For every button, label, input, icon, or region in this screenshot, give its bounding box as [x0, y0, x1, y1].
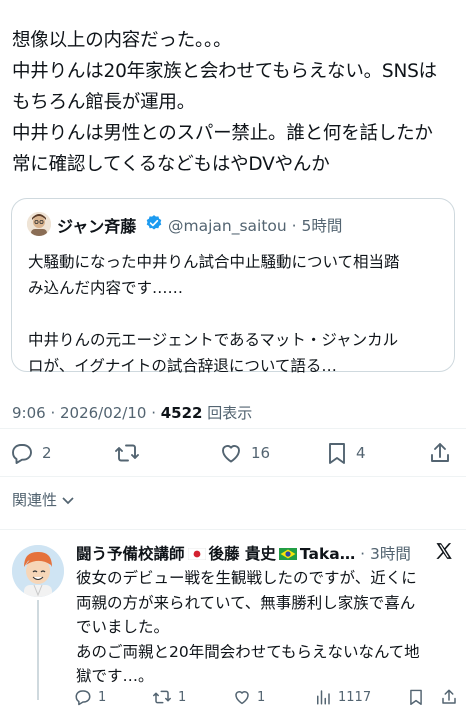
views-count: 4522	[160, 404, 203, 422]
japan-flag-icon	[187, 548, 206, 560]
verified-badge-icon	[145, 214, 163, 232]
reply-count: 2	[42, 444, 52, 462]
reply-like-button[interactable]: 1	[233, 686, 265, 708]
quoted-tweet-card[interactable]: ジャン斉藤 @majan_saitou · 5時間 大騒動になった中井りん試合中…	[11, 198, 455, 375]
reply-share-button[interactable]	[440, 686, 458, 708]
bookmark-button[interactable]: 4	[326, 440, 366, 466]
repost-icon	[115, 444, 139, 462]
tweet-meta: 9:06 · 2026/02/10 · 4522 回表示	[12, 402, 252, 423]
reply-line: 彼女のデビュー戦を生観戦したのですが、近くに	[76, 569, 417, 587]
quoted-author-avatar[interactable]	[27, 212, 51, 236]
views-chart-icon	[317, 690, 330, 705]
reply-author-name-suffix[interactable]: Taka…	[300, 545, 355, 563]
tweet-text: 想像以上の内容だった。。。 中井りんは20年家族と会わせてもらえない。SNSは …	[12, 25, 462, 180]
reply-line: でいました。	[76, 618, 170, 636]
divider	[0, 476, 466, 477]
thread-line	[37, 600, 39, 700]
tweet-line: もちろん館長が運用。	[12, 92, 196, 113]
brazil-flag-icon	[278, 548, 297, 560]
repost-button[interactable]	[114, 440, 148, 466]
reply-line: 獄です…。	[76, 667, 154, 685]
share-button[interactable]	[428, 440, 452, 466]
quoted-line: み込んだ内容です……	[28, 279, 184, 297]
heart-icon	[235, 691, 249, 705]
repost-icon	[153, 690, 171, 704]
reply-like-count: 1	[257, 689, 266, 705]
quoted-line: 大騒動になった中井りん試合中止騒動について相当踏	[28, 253, 400, 271]
bookmark-count: 4	[356, 444, 366, 462]
reply-line: 両親の方が来られていて、無事勝利し家族で喜ん	[76, 593, 416, 612]
divider	[0, 428, 466, 429]
reply-icon	[75, 690, 91, 706]
bookmark-icon	[410, 689, 422, 705]
reply-views-count: 1117	[338, 689, 372, 705]
quoted-tweet-text: 大騒動になった中井りん試合中止騒動について相当踏 み込んだ内容です…… 中井りん…	[28, 249, 448, 379]
tweet-line: 常に確認してくるなどもはやDVやんか	[12, 154, 330, 175]
quoted-author-handle: @majan_saitou · 5時間	[168, 217, 343, 235]
reply-text: 彼女のデビュー戦を生観戦したのですが、近くに 両親の方が来られていて、無事勝利し…	[76, 566, 456, 689]
sort-label: 関連性	[12, 491, 58, 509]
reply-button[interactable]: 2	[10, 440, 52, 466]
reply-repost-count: 1	[178, 689, 187, 705]
reply-time[interactable]: · 3時間	[355, 545, 411, 563]
reply-author-name-middle[interactable]: 後藤 貴史	[209, 545, 276, 563]
tweet-line: 中井りんは男性とのスパー禁止。誰と何を話したか	[12, 123, 433, 144]
x-logo-icon	[434, 541, 454, 561]
reply-repost-button[interactable]: 1	[152, 686, 186, 708]
reply-author-avatar[interactable]	[12, 545, 64, 597]
reply-header: 闘う予備校講師 後藤 貴史 Taka… · 3時間	[76, 542, 411, 564]
heart-icon	[222, 445, 240, 463]
reply-line: あのご両親と20年間会わせてもらえないなんて地	[76, 642, 420, 661]
reply-reply-count: 1	[98, 689, 107, 705]
reply-bookmark-button[interactable]	[408, 686, 424, 708]
reply-icon	[12, 444, 32, 464]
share-icon	[442, 689, 456, 704]
reply-author-name[interactable]: 闘う予備校講師	[76, 545, 185, 563]
share-icon	[431, 443, 449, 462]
quoted-line: ロが、イグナイトの試合辞退について語る…	[28, 357, 337, 375]
tweet-line: 中井りんは20年家族と会わせてもらえない。SNSは	[12, 61, 437, 82]
sort-replies-dropdown[interactable]: 関連性	[12, 489, 74, 510]
chevron-down-icon	[62, 496, 74, 504]
quoted-line: 中井りんの元エージェントであるマット・ジャンカル	[28, 331, 399, 349]
tweet-line: 想像以上の内容だった。。。	[12, 30, 232, 51]
tweet-timestamp[interactable]: 9:06 · 2026/02/10 ·	[12, 404, 161, 422]
divider	[0, 529, 466, 530]
reply-reply-button[interactable]: 1	[74, 686, 106, 708]
quoted-line	[28, 301, 448, 327]
bookmark-icon	[329, 443, 345, 464]
quoted-author-name[interactable]: ジャン斉藤	[57, 213, 136, 237]
views-label: 回表示	[202, 404, 253, 422]
like-count: 16	[251, 444, 271, 462]
reply-views-button[interactable]: 1117	[314, 686, 371, 708]
like-button[interactable]: 16	[219, 440, 270, 466]
